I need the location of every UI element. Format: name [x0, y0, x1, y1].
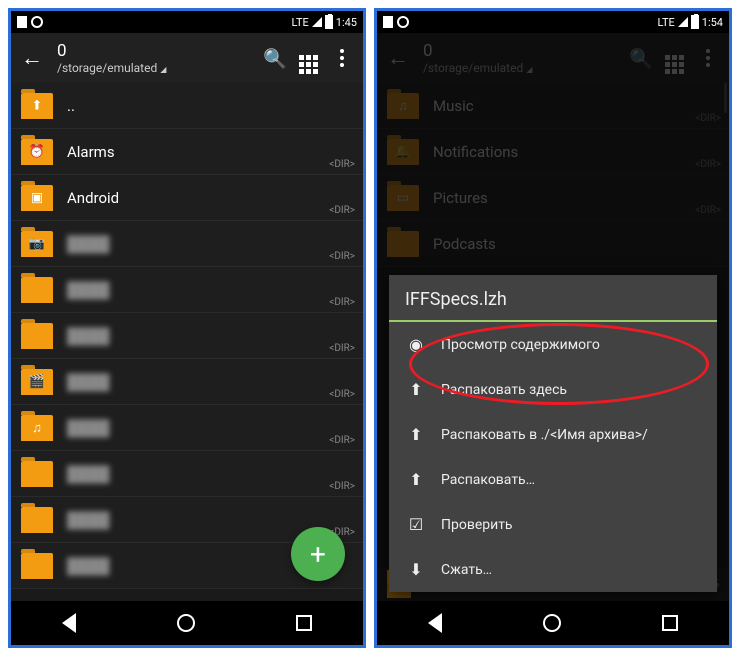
path-title: 0: [57, 41, 251, 61]
dir-tag: <DIR>: [329, 435, 355, 446]
folder-row[interactable]: ♫ ████<DIR>: [11, 405, 363, 451]
menu-item-icon: ⬇: [405, 560, 427, 579]
nav-back-button[interactable]: [62, 613, 76, 633]
folder-name: ████: [67, 327, 353, 345]
menu-item-label: Распаковать здесь: [441, 382, 567, 398]
folder-row[interactable]: 📷 ████<DIR>: [11, 221, 363, 267]
dir-tag: <DIR>: [329, 297, 355, 308]
menu-item-icon: ⬆: [405, 380, 427, 399]
menu-item-label: Распаковать…: [441, 472, 535, 488]
folder-row[interactable]: 🎬 ████<DIR>: [11, 359, 363, 405]
menu-item-label: Просмотр содержимого: [441, 337, 600, 353]
signal-icon: [678, 17, 688, 27]
folder-row[interactable]: ▣ Android<DIR>: [11, 175, 363, 221]
lte-label: LTE: [292, 16, 309, 29]
circle-icon: [397, 16, 409, 28]
nav-bar: [11, 601, 363, 645]
app-bar: ← 0 /storage/emulated 🔍: [11, 33, 363, 83]
folder-icon: [21, 507, 53, 533]
folder-icon: ▣: [21, 185, 53, 211]
nav-home-button[interactable]: [177, 614, 195, 632]
menu-title: IFFSpecs.lzh: [389, 275, 717, 322]
nav-recent-button[interactable]: [662, 615, 678, 631]
menu-item-icon: ☑: [405, 515, 427, 534]
menu-item-icon: ⬆: [405, 470, 427, 489]
folder-row[interactable]: ⬆..: [11, 83, 363, 129]
search-icon[interactable]: 🔍: [263, 47, 285, 70]
folder-icon: [21, 553, 53, 579]
menu-item-label: Распаковать в ./<Имя архива>/: [441, 427, 648, 443]
nav-bar: [377, 601, 729, 645]
signal-icon: [312, 17, 322, 27]
folder-icon: [21, 323, 53, 349]
back-button[interactable]: ←: [21, 45, 43, 71]
folder-row[interactable]: ████<DIR>: [11, 267, 363, 313]
folder-name: Android: [67, 189, 353, 207]
fab-add-button[interactable]: +: [291, 527, 345, 581]
menu-item[interactable]: ◉ Просмотр содержимого: [389, 322, 717, 367]
folder-icon: [21, 277, 53, 303]
folder-row[interactable]: ⏰ Alarms<DIR>: [11, 129, 363, 175]
menu-item-icon: ⬆: [405, 425, 427, 444]
folder-name: ████: [67, 511, 353, 529]
menu-item[interactable]: ⬆ Распаковать здесь: [389, 367, 717, 412]
battery-icon: [691, 15, 699, 29]
context-menu: IFFSpecs.lzh ◉ Просмотр содержимого ⬆ Распа…: [389, 275, 717, 592]
menu-item[interactable]: ⬆ Распаковать…: [389, 457, 717, 502]
dir-tag: <DIR>: [329, 251, 355, 262]
dir-tag: <DIR>: [329, 205, 355, 216]
menu-item-label: Сжать…: [441, 562, 492, 578]
nav-recent-button[interactable]: [296, 615, 312, 631]
clock-label: 1:45: [336, 16, 357, 29]
folder-icon: [21, 461, 53, 487]
menu-item-label: Проверить: [441, 517, 513, 533]
menu-item-icon: ◉: [405, 335, 427, 354]
phone-right: LTE 1:54 ← 0 /storage/emulated 🔍 ♫Music<…: [374, 8, 732, 648]
status-bar: LTE 1:45: [11, 11, 363, 33]
path-block[interactable]: 0 /storage/emulated: [57, 41, 251, 75]
dir-tag: <DIR>: [329, 159, 355, 170]
sd-icon: [17, 16, 27, 28]
overflow-menu-icon[interactable]: [331, 49, 353, 67]
menu-item[interactable]: ☑ Проверить: [389, 502, 717, 547]
clock-label: 1:54: [702, 16, 723, 29]
file-list[interactable]: ⬆..⏰Alarms<DIR>▣Android<DIR>📷████<DIR>██…: [11, 83, 363, 589]
path-sub: /storage/emulated: [57, 61, 251, 75]
folder-icon: ⬆: [21, 93, 53, 119]
lte-label: LTE: [658, 16, 675, 29]
menu-item[interactable]: ⬆ Распаковать в ./<Имя архива>/: [389, 412, 717, 457]
menu-item[interactable]: ⬇ Сжать…: [389, 547, 717, 592]
folder-name: ████: [67, 465, 353, 483]
folder-name: ████: [67, 281, 353, 299]
phone-left: LTE 1:45 ← 0 /storage/emulated 🔍 ⬆.. ⏰ Ala…: [8, 8, 366, 648]
folder-name: Alarms: [67, 143, 353, 161]
nav-home-button[interactable]: [543, 614, 561, 632]
folder-row[interactable]: ████<DIR>: [11, 451, 363, 497]
sd-icon: [383, 16, 393, 28]
grid-view-icon[interactable]: [297, 42, 319, 74]
folder-icon: ⏰: [21, 139, 53, 165]
battery-icon: [325, 15, 333, 29]
dir-tag: <DIR>: [329, 389, 355, 400]
folder-icon: 📷: [21, 231, 53, 257]
status-bar: LTE 1:54: [377, 11, 729, 33]
dir-tag: <DIR>: [329, 343, 355, 354]
folder-name: ████: [67, 235, 353, 253]
folder-icon: 🎬: [21, 369, 53, 395]
folder-icon: ♫: [21, 415, 53, 441]
nav-back-button[interactable]: [428, 613, 442, 633]
folder-name: ████: [67, 419, 353, 437]
dir-tag: <DIR>: [329, 481, 355, 492]
folder-name: ..: [67, 97, 353, 115]
circle-icon: [31, 16, 43, 28]
folder-row[interactable]: ████<DIR>: [11, 313, 363, 359]
folder-name: ████: [67, 373, 353, 391]
